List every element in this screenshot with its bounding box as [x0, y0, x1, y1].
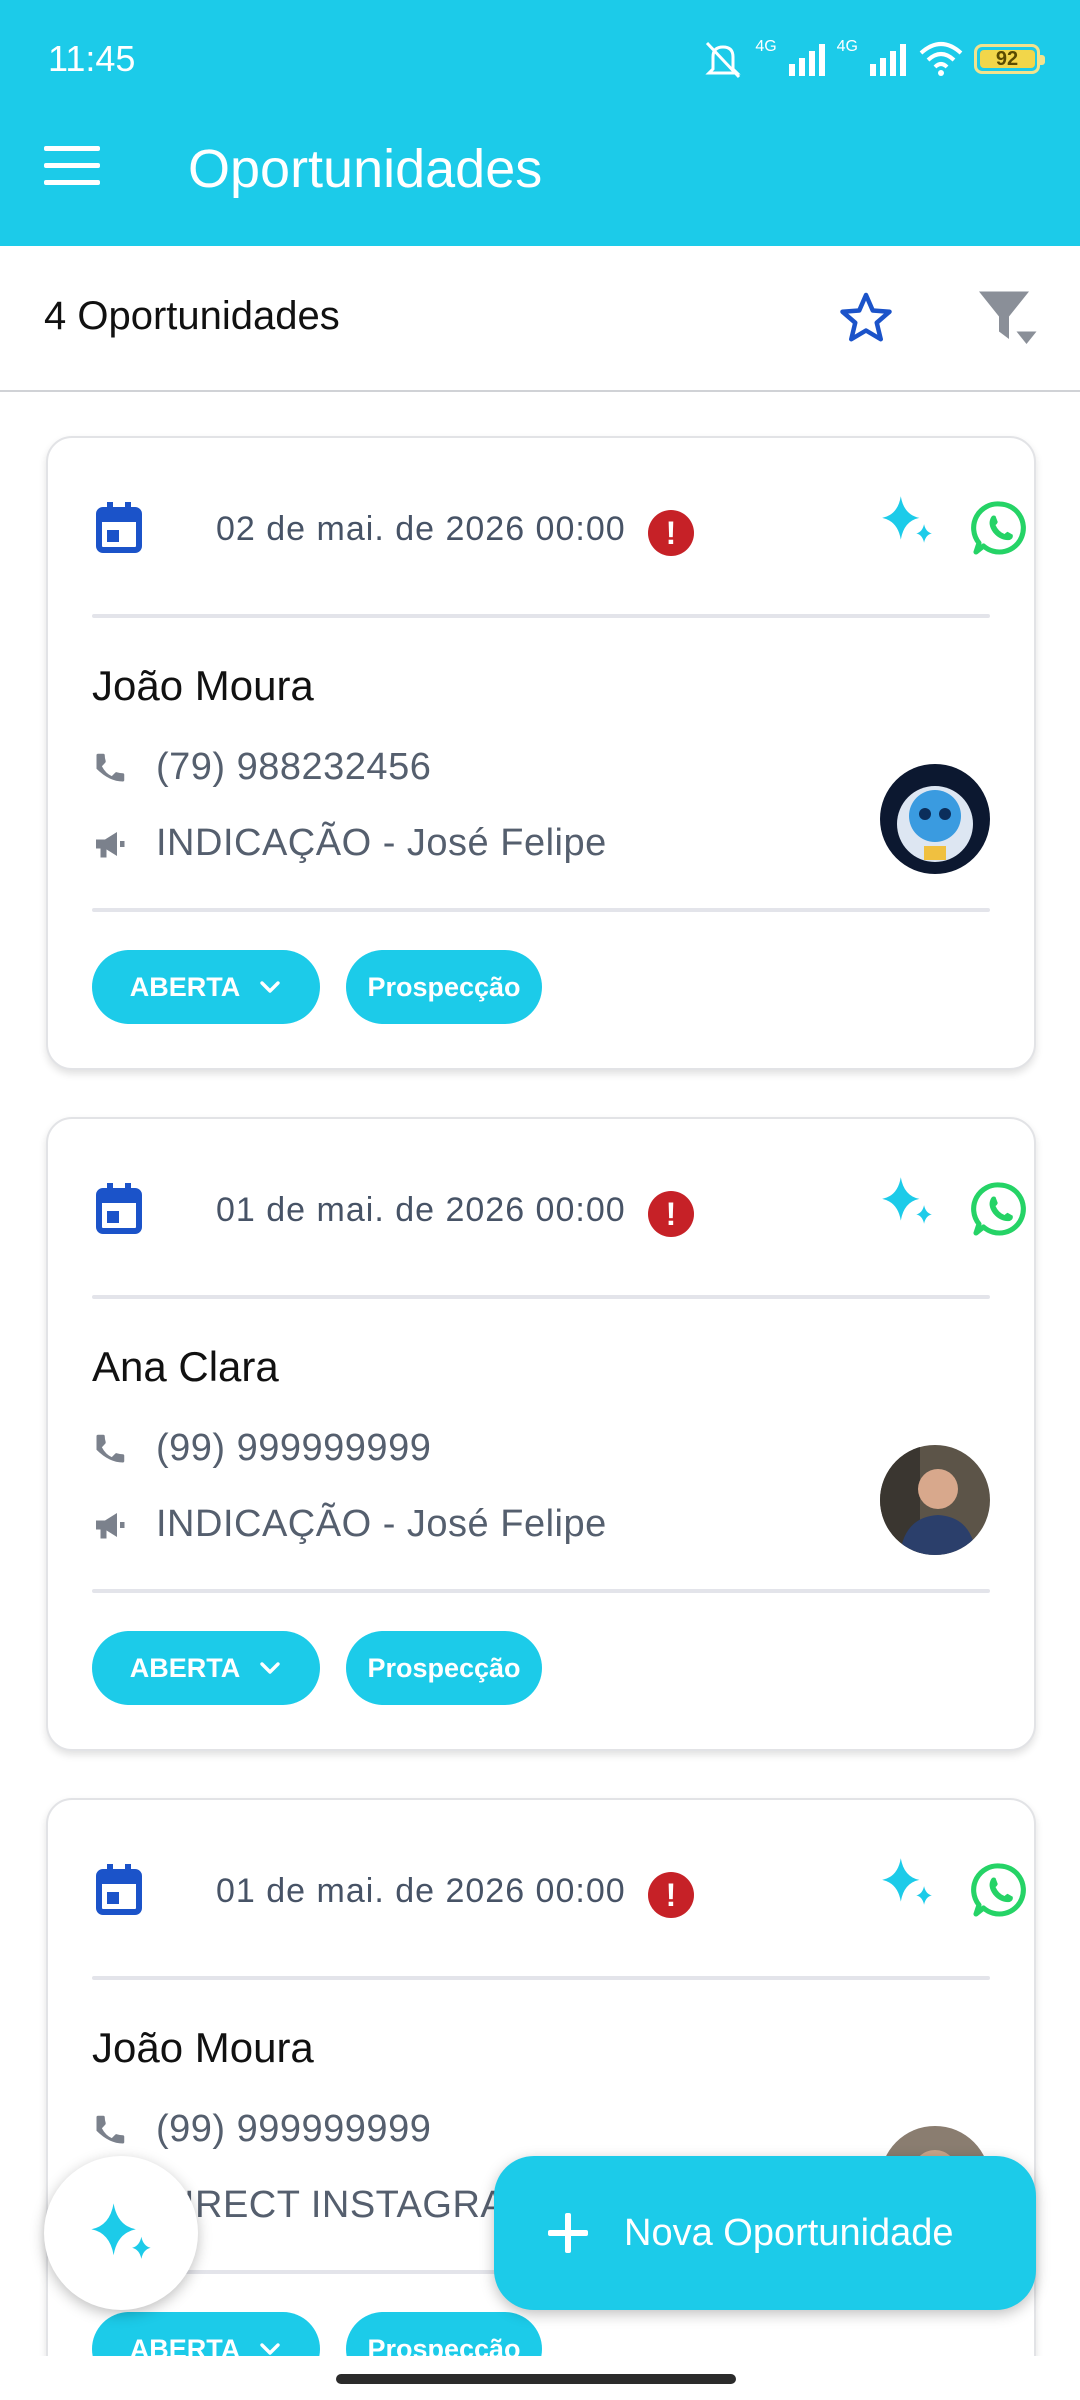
sparkle-icon — [91, 2203, 151, 2259]
alert-icon: ! — [648, 510, 694, 556]
contact-name: João Moura — [92, 662, 314, 709]
alert-icon: ! — [648, 1872, 694, 1918]
source-row: INDICAÇÃO - José Felipe — [92, 1501, 912, 1551]
phone-row[interactable]: (79) 988232456 — [92, 744, 912, 794]
contact-phone: (99) 999999999 — [156, 2108, 432, 2150]
stage-badge[interactable]: Prospecção — [346, 2312, 542, 2356]
avatar — [880, 1445, 990, 1555]
avatar — [880, 764, 990, 874]
plus-icon — [548, 2213, 588, 2253]
stage-badge[interactable]: Prospecção — [346, 1631, 542, 1705]
status-dropdown[interactable]: ABERTA — [92, 1631, 320, 1705]
new-opportunity-button[interactable]: Nova Oportunidade — [494, 2156, 1036, 2310]
lead-source: DIRECT INSTAGRAM — [156, 2184, 539, 2226]
alert-icon: ! — [648, 1191, 694, 1237]
opportunity-card[interactable]: 01 de mai. de 2026 00:00 ! Ana Clara (99… — [46, 1117, 1036, 1751]
stage-label: Prospecção — [367, 971, 521, 1002]
whatsapp-icon[interactable] — [970, 1179, 1030, 1239]
chevron-down-icon — [260, 2343, 280, 2355]
opportunity-date: 02 de mai. de 2026 00:00 — [216, 510, 626, 548]
contact-name: Ana Clara — [92, 1343, 279, 1390]
contact-name: João Moura — [92, 2024, 314, 2071]
divider — [92, 1295, 990, 1299]
status-label: ABERTA — [129, 1652, 241, 1683]
date-row: 01 de mai. de 2026 00:00 ! — [94, 1858, 1026, 1920]
phone-icon — [96, 2115, 125, 2144]
phone-row[interactable]: (99) 999999999 — [92, 2106, 912, 2156]
lead-source: INDICAÇÃO - José Felipe — [156, 1503, 607, 1545]
chevron-down-icon — [260, 981, 280, 993]
status-label: ABERTA — [129, 971, 241, 1002]
source-row: INDICAÇÃO - José Felipe — [92, 820, 912, 870]
calendar-icon — [96, 502, 142, 553]
sparkle-icon[interactable] — [876, 490, 938, 552]
sparkle-icon[interactable] — [876, 1171, 938, 1233]
divider — [92, 1589, 990, 1593]
phone-icon — [96, 753, 125, 782]
opportunity-date: 01 de mai. de 2026 00:00 — [216, 1191, 626, 1229]
opportunity-date: 01 de mai. de 2026 00:00 — [216, 1872, 626, 1910]
status-dropdown[interactable]: ABERTA — [92, 2312, 320, 2356]
home-indicator[interactable] — [336, 2374, 736, 2384]
megaphone-icon — [96, 1513, 125, 1539]
whatsapp-icon[interactable] — [970, 498, 1030, 558]
ai-assistant-button[interactable] — [44, 2156, 198, 2310]
divider — [92, 614, 990, 618]
stage-label: Prospecção — [367, 1652, 521, 1683]
whatsapp-icon[interactable] — [970, 1860, 1030, 1920]
status-dropdown[interactable]: ABERTA — [92, 950, 320, 1024]
chevron-down-icon — [260, 1662, 280, 1674]
stage-label: Prospecção — [367, 2333, 521, 2357]
sparkle-icon[interactable] — [876, 1852, 938, 1914]
phone-row[interactable]: (99) 999999999 — [92, 1425, 912, 1475]
contact-phone: (99) 999999999 — [156, 1427, 432, 1469]
calendar-icon — [96, 1183, 142, 1234]
opportunity-card[interactable]: 02 de mai. de 2026 00:00 ! João Moura (7… — [46, 436, 1036, 1070]
lead-source: INDICAÇÃO - José Felipe — [156, 822, 607, 864]
megaphone-icon — [96, 832, 125, 858]
contact-phone: (79) 988232456 — [156, 746, 432, 788]
calendar-icon — [96, 1864, 142, 1915]
stage-badge[interactable]: Prospecção — [346, 950, 542, 1024]
date-row: 01 de mai. de 2026 00:00 ! — [94, 1177, 1026, 1239]
new-opportunity-label: Nova Oportunidade — [624, 2211, 954, 2254]
divider — [92, 908, 990, 912]
phone-icon — [96, 1434, 125, 1463]
divider — [92, 1976, 990, 1980]
date-row: 02 de mai. de 2026 00:00 ! — [94, 496, 1026, 558]
status-label: ABERTA — [129, 2333, 241, 2357]
